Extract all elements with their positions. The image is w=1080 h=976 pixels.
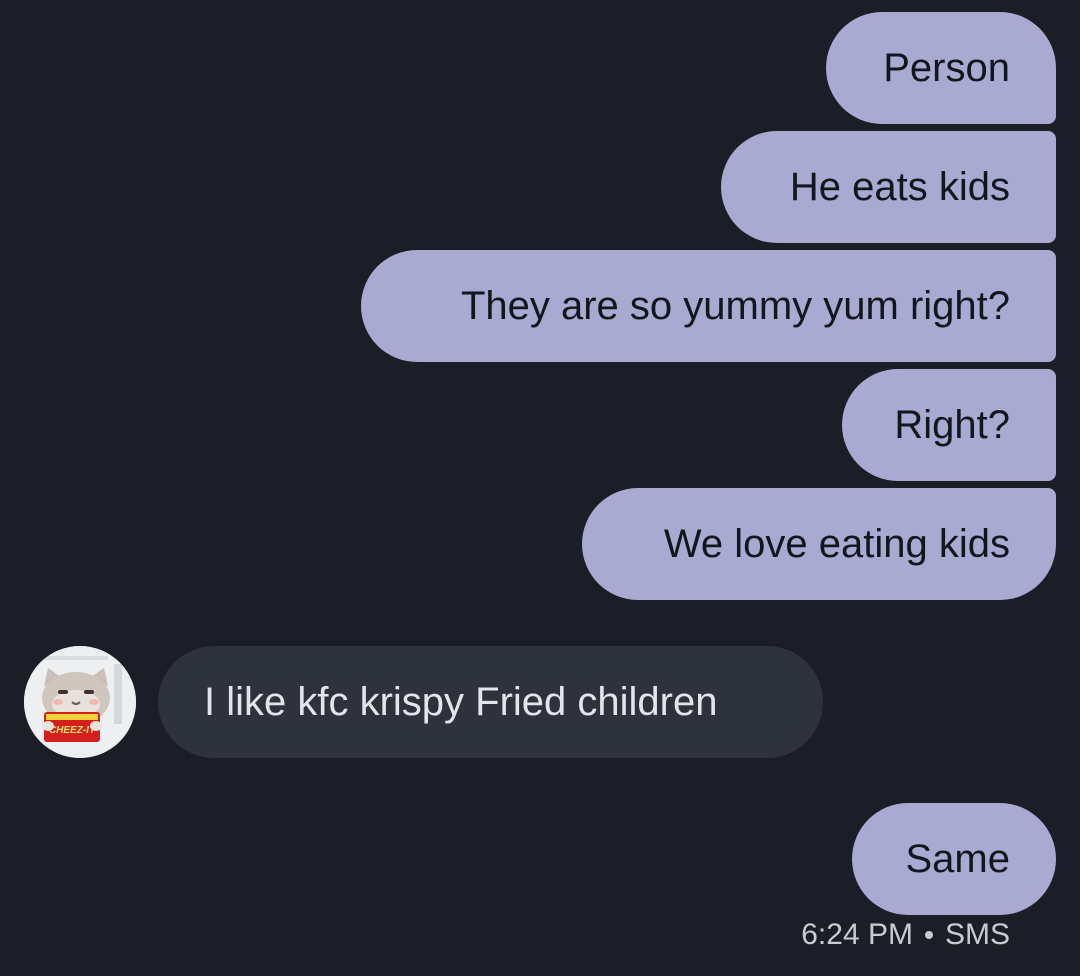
message-text: He eats kids xyxy=(789,164,1010,209)
outgoing-message-bubble[interactable]: We love eating kids xyxy=(582,488,1056,600)
outgoing-message-bubble[interactable]: They are so yummy yum right? xyxy=(361,250,1056,362)
message-timestamp: 6:24 PM xyxy=(801,918,913,951)
message-text: We love eating kids xyxy=(663,521,1010,566)
separator-dot xyxy=(924,931,933,939)
message-channel: SMS xyxy=(944,918,1010,951)
outgoing-message-bubble[interactable]: Same xyxy=(852,803,1056,915)
message-text: Right? xyxy=(894,402,1010,447)
message-text: Person xyxy=(883,45,1010,90)
outgoing-message-bubble[interactable]: Person xyxy=(826,12,1056,124)
message-text: They are so yummy yum right? xyxy=(460,283,1010,328)
outgoing-message-bubble[interactable]: Right? xyxy=(842,369,1056,481)
incoming-message-bubble[interactable]: I like kfc krispy Fried children xyxy=(158,646,823,758)
contact-avatar[interactable]: CHEEZ-IT xyxy=(24,646,136,758)
outgoing-message-bubble[interactable]: He eats kids xyxy=(721,131,1056,243)
message-text: I like kfc krispy Fried children xyxy=(204,679,718,724)
cheezit-logo: CHEEZ-IT xyxy=(49,725,96,736)
message-status: 6:24 PM SMS xyxy=(801,918,1010,952)
message-text: Same xyxy=(905,836,1011,881)
cat-with-cheezit-avatar-icon: CHEEZ-IT xyxy=(24,646,136,758)
